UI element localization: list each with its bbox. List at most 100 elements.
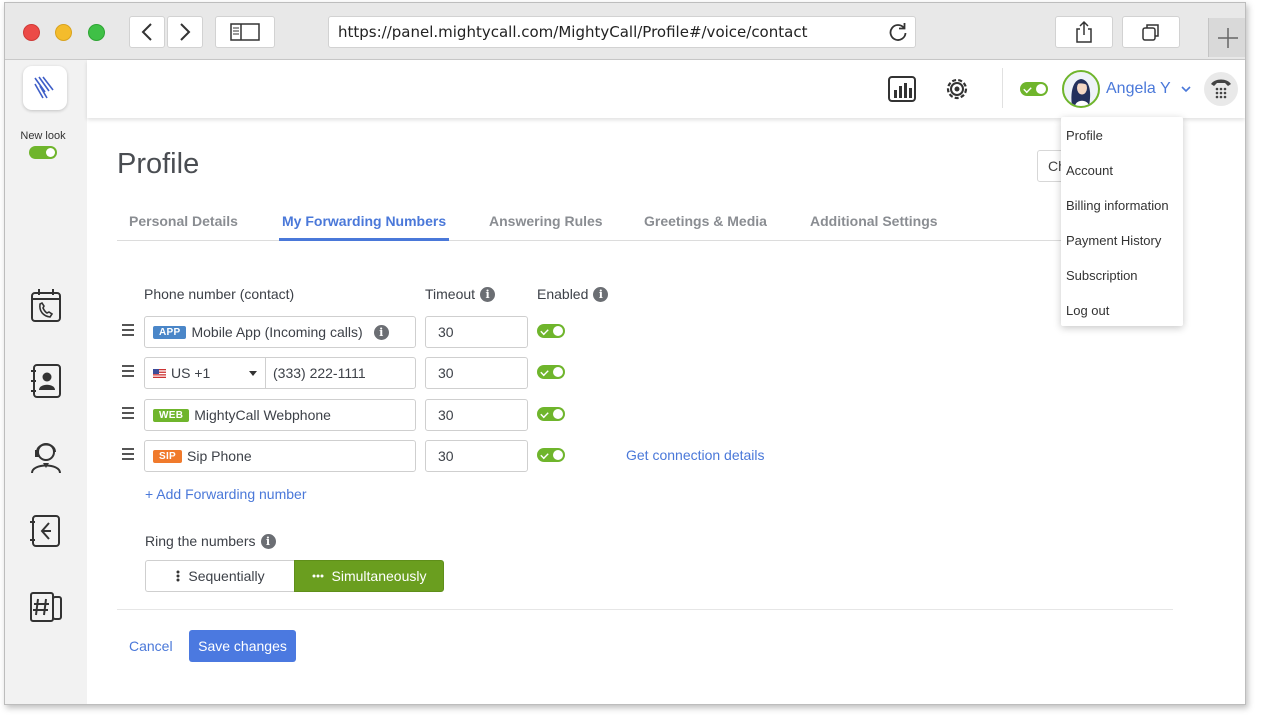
timeout-info-icon[interactable]: i <box>480 286 496 302</box>
forwarding-row: US +1 (333) 222-1111 30 <box>117 357 817 389</box>
enabled-column-label: Enabled <box>537 286 589 302</box>
sidebar-toggle-button[interactable] <box>215 16 275 48</box>
simultaneously-label: Simultaneously <box>331 568 427 584</box>
save-changes-button[interactable]: Save changes <box>189 630 296 662</box>
user-name[interactable]: Angela Y <box>1106 80 1191 98</box>
plus-icon <box>1218 27 1238 48</box>
drag-handle-icon[interactable] <box>122 448 134 460</box>
keypad-hash-icon[interactable] <box>27 587 65 625</box>
get-connection-details-link[interactable]: Get connection details <box>626 447 765 463</box>
settings-gear-icon[interactable] <box>942 74 972 104</box>
country-code-value: US +1 <box>171 365 211 381</box>
chevron-down-icon <box>1181 86 1191 93</box>
horizontal-dots-icon <box>312 574 324 578</box>
forwarding-row: APP Mobile App (Incoming calls) i 30 <box>117 316 817 348</box>
us-flag-icon <box>153 368 166 378</box>
simultaneously-option[interactable]: Simultaneously <box>294 560 444 592</box>
caret-down-icon <box>249 370 257 376</box>
sequentially-option[interactable]: Sequentially <box>145 560 295 592</box>
drag-handle-icon[interactable] <box>122 365 134 377</box>
cancel-button[interactable]: Cancel <box>129 638 173 654</box>
app-sidebar: New look <box>5 60 87 704</box>
tab-my-forwarding-numbers[interactable]: My Forwarding Numbers <box>278 213 450 241</box>
sip-phone-field[interactable]: SIP Sip Phone <box>144 440 416 472</box>
enabled-toggle[interactable] <box>537 448 565 467</box>
call-routing-icon[interactable] <box>27 512 65 550</box>
tabs-icon <box>1142 24 1159 41</box>
sequentially-label: Sequentially <box>188 568 265 584</box>
browser-toolbar: https://panel.mightycall.com/MightyCall/… <box>5 3 1245 60</box>
web-badge: WEB <box>153 408 190 422</box>
webphone-field[interactable]: WEB MightyCall Webphone <box>144 399 416 431</box>
ring-info-icon[interactable]: i <box>260 533 276 549</box>
new-tab-button[interactable] <box>1208 18 1245 57</box>
forwarding-row: WEB MightyCall Webphone 30 <box>117 399 817 431</box>
enabled-info-icon[interactable]: i <box>593 286 609 302</box>
sip-badge: SIP <box>153 449 183 463</box>
new-look-toggle[interactable] <box>29 146 57 159</box>
availability-toggle[interactable] <box>1020 82 1048 101</box>
mobile-app-field[interactable]: APP Mobile App (Incoming calls) i <box>144 316 416 348</box>
back-button[interactable] <box>129 16 165 48</box>
tab-answering-rules[interactable]: Answering Rules <box>489 213 603 229</box>
reload-icon[interactable] <box>887 21 909 43</box>
share-icon <box>1076 20 1092 43</box>
add-forwarding-number-link[interactable]: + Add Forwarding number <box>145 486 306 502</box>
address-bar[interactable]: https://panel.mightycall.com/MightyCall/… <box>328 16 916 48</box>
row-label: Mobile App (Incoming calls) <box>191 324 363 340</box>
ring-numbers-label: Ring the numbers <box>145 533 256 549</box>
tab-greetings-media[interactable]: Greetings & Media <box>644 213 767 229</box>
reports-chart-icon[interactable] <box>887 74 917 104</box>
forward-button[interactable] <box>167 16 203 48</box>
menu-item-subscription[interactable]: Subscription <box>1066 268 1138 283</box>
phone-number-input[interactable]: (333) 222-1111 <box>273 358 366 388</box>
forward-arrow-icon <box>180 23 191 41</box>
menu-item-account[interactable]: Account <box>1066 163 1113 178</box>
form-divider <box>117 609 1173 610</box>
ring-numbers-header: Ring the numbers i <box>145 533 276 549</box>
tab-additional-settings[interactable]: Additional Settings <box>810 213 938 229</box>
timeout-column-header: Timeout i <box>425 286 496 302</box>
timeout-input[interactable]: 30 <box>425 316 528 348</box>
timeout-input[interactable]: 30 <box>425 399 528 431</box>
enabled-column-header: Enabled i <box>537 286 609 302</box>
sidebar-panel-icon <box>230 23 260 41</box>
avatar[interactable] <box>1062 70 1100 108</box>
drag-handle-icon[interactable] <box>122 407 134 419</box>
menu-item-profile[interactable]: Profile <box>1066 128 1103 143</box>
browser-window: https://panel.mightycall.com/MightyCall/… <box>4 2 1246 705</box>
maximize-window-button[interactable] <box>88 24 105 41</box>
tabs-overview-button[interactable] <box>1122 16 1180 48</box>
enabled-toggle[interactable] <box>537 365 565 384</box>
share-button[interactable] <box>1055 16 1113 48</box>
menu-item-log-out[interactable]: Log out <box>1066 303 1109 318</box>
drag-handle-icon[interactable] <box>122 324 134 336</box>
mobile-app-info-icon[interactable]: i <box>373 324 389 340</box>
timeout-input[interactable]: 30 <box>425 440 528 472</box>
enabled-toggle[interactable] <box>537 324 565 343</box>
url-text: https://panel.mightycall.com/MightyCall/… <box>338 23 808 41</box>
header-divider <box>1002 68 1003 108</box>
forwarding-row: SIP Sip Phone 30 Get connection details <box>117 440 817 472</box>
country-code-select[interactable]: US +1 <box>145 358 266 388</box>
minimize-window-button[interactable] <box>55 24 72 41</box>
calendar-phone-icon[interactable] <box>27 287 65 325</box>
agent-icon[interactable] <box>27 437 65 475</box>
user-portrait-icon <box>1071 79 1091 106</box>
mightycall-logo[interactable] <box>23 66 67 110</box>
phone-input-group: US +1 (333) 222-1111 <box>144 357 416 389</box>
dialpad-phone-icon <box>1211 79 1231 99</box>
close-window-button[interactable] <box>23 24 40 41</box>
tab-personal-details[interactable]: Personal Details <box>129 213 238 229</box>
enabled-toggle[interactable] <box>537 407 565 426</box>
dialpad-button[interactable] <box>1204 72 1238 106</box>
menu-item-billing-information[interactable]: Billing information <box>1066 198 1169 213</box>
timeout-column-label: Timeout <box>425 286 476 302</box>
vertical-dots-icon <box>176 570 180 582</box>
user-name-text: Angela Y <box>1106 80 1171 97</box>
contacts-icon[interactable] <box>27 362 65 400</box>
timeout-input[interactable]: 30 <box>425 357 528 389</box>
app-badge: APP <box>153 325 187 339</box>
new-look-label: New look <box>20 130 66 142</box>
menu-item-payment-history[interactable]: Payment History <box>1066 233 1161 248</box>
